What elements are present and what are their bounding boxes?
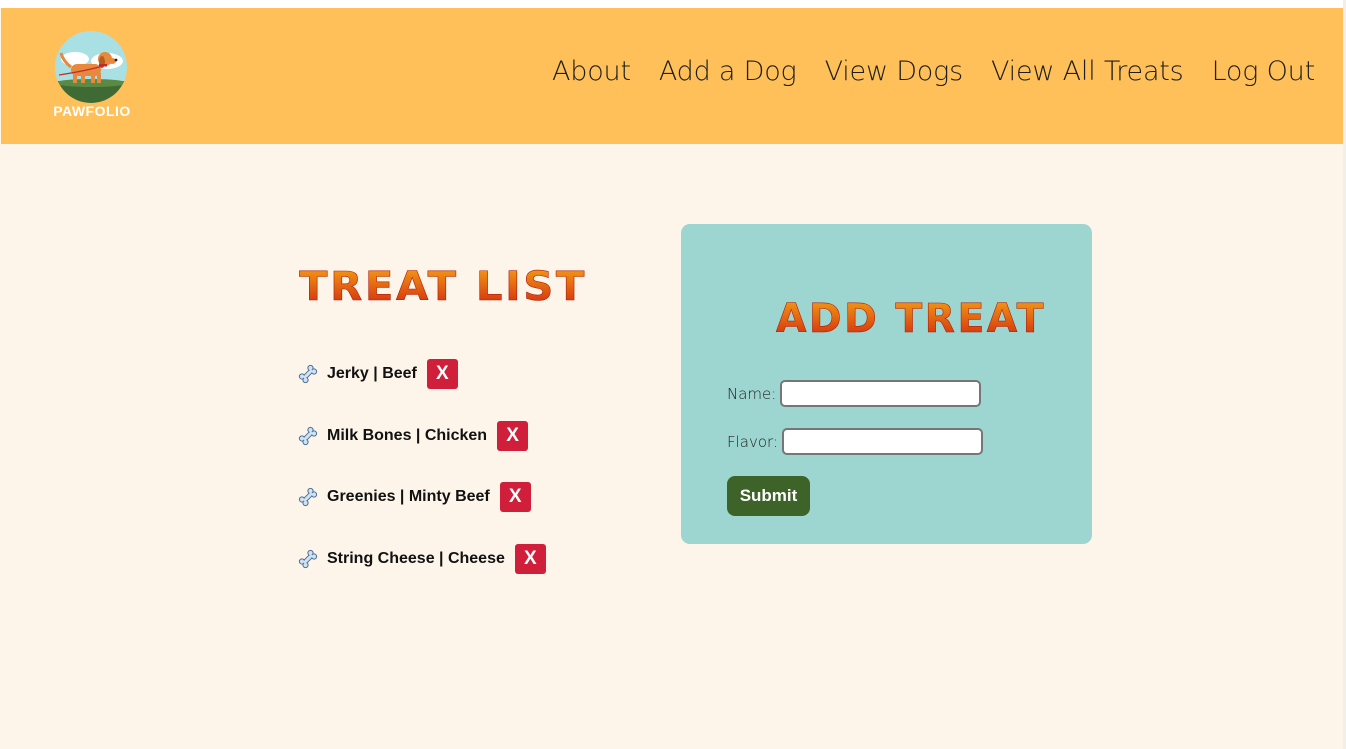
header: PAWFOLIO About Add a Dog View Dogs View … <box>1 8 1343 144</box>
delete-treat-button[interactable]: X <box>514 543 546 574</box>
treat-label: Milk Bones | Chicken <box>327 426 488 444</box>
name-row: Name: <box>727 380 982 407</box>
bone-icon <box>298 487 318 507</box>
add-treat-title-text: ADD TREAT <box>776 296 1046 340</box>
name-input[interactable] <box>780 380 982 407</box>
add-treat-form: ADD TREAT Name: Flavor: Submit <box>681 224 1092 544</box>
delete-treat-button[interactable]: X <box>499 482 531 512</box>
bone-icon <box>298 426 318 446</box>
nav-about[interactable]: About <box>552 56 631 87</box>
list-item: String Cheese | Cheese X <box>298 543 618 575</box>
nav-view-dogs[interactable]: View Dogs <box>825 56 964 87</box>
flavor-input[interactable] <box>782 428 983 455</box>
delete-treat-button[interactable]: X <box>426 359 458 389</box>
bone-icon <box>298 549 318 569</box>
nav-add-dog[interactable]: Add a Dog <box>659 56 797 87</box>
page: PAWFOLIO About Add a Dog View Dogs View … <box>0 0 1346 749</box>
top-strip <box>0 0 1346 8</box>
logo-circle <box>55 31 127 103</box>
nav-log-out[interactable]: Log Out <box>1212 56 1316 87</box>
list-item: Greenies | Minty Beef X <box>298 481 618 513</box>
list-item: Jerky | Beef X <box>298 358 618 390</box>
dog-logo-icon[interactable]: PAWFOLIO <box>50 31 134 123</box>
nav-menu: About Add a Dog View Dogs View All Treat… <box>552 56 1315 87</box>
logo-graphic <box>55 31 127 103</box>
add-treat-title: ADD TREAT <box>776 290 1056 345</box>
list-item: Milk Bones | Chicken X <box>298 420 618 452</box>
treat-list-title-graphic: TREAT LIST <box>299 264 587 311</box>
treat-label: Jerky | Beef <box>327 365 417 382</box>
logo-text: PAWFOLIO <box>53 103 131 119</box>
treat-label: String Cheese | Cheese <box>327 549 505 567</box>
treat-list-title-text: TREAT LIST <box>299 264 587 310</box>
flavor-label: Flavor: <box>727 432 778 451</box>
name-label: Name: <box>727 384 777 403</box>
add-treat-title-graphic: ADD TREAT <box>776 296 1046 343</box>
treat-label: Greenies | Minty Beef <box>327 488 490 505</box>
submit-button[interactable]: Submit <box>727 476 810 516</box>
delete-treat-button[interactable]: X <box>497 420 529 451</box>
flavor-row: Flavor: <box>727 428 983 455</box>
bone-icon <box>298 364 318 384</box>
treat-list-title: TREAT LIST <box>299 258 599 315</box>
nav-view-all-treats[interactable]: View All Treats <box>991 56 1184 87</box>
treat-list: Jerky | Beef X Milk Bones | Chicken X Gr… <box>298 358 618 604</box>
